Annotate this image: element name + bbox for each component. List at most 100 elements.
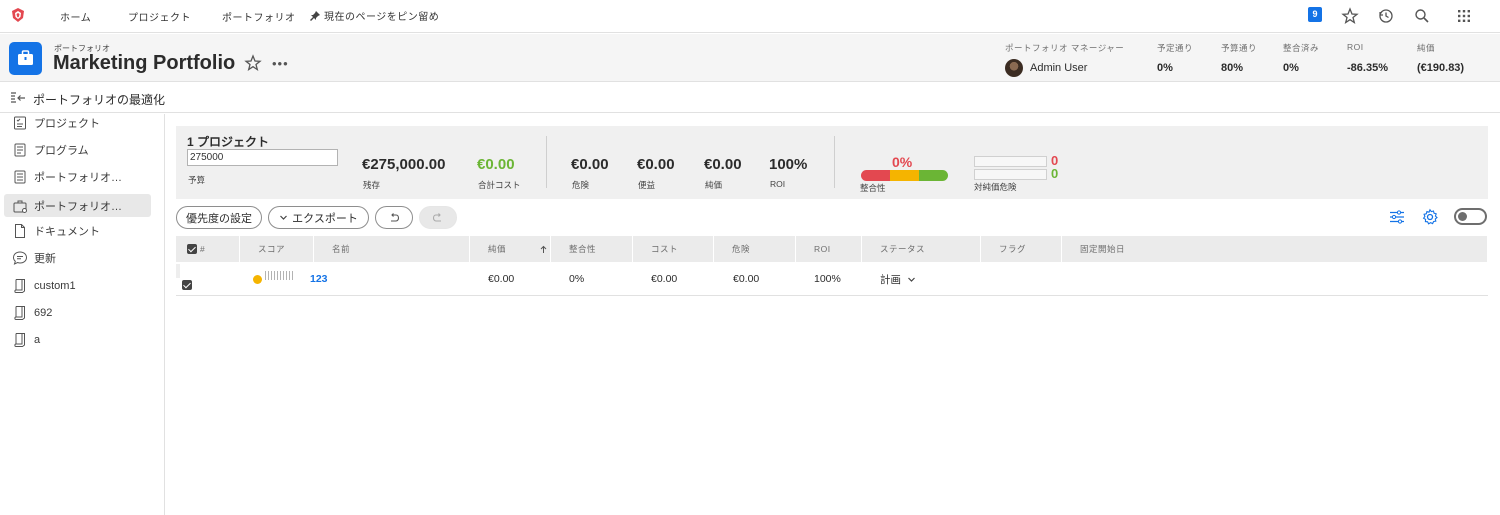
briefcase-icon	[18, 50, 33, 65]
risk-value: €0.00	[571, 156, 609, 173]
more-options-button[interactable]: •••	[272, 56, 289, 71]
toggle-knob	[1458, 212, 1467, 221]
budget-label: 予算	[188, 175, 206, 185]
roi-label-summary: ROI	[770, 179, 786, 189]
roi-value: -86.35%	[1347, 62, 1388, 74]
pin-page-label: 現在のページをピン留め	[324, 12, 440, 23]
column-header-roi[interactable]: ROI	[796, 236, 862, 262]
nav-home[interactable]: ホーム	[60, 9, 91, 24]
select-all-checkbox[interactable]	[187, 244, 197, 254]
custom-form-icon	[14, 278, 25, 293]
search-icon[interactable]	[1413, 7, 1431, 25]
net-value: (€190.83)	[1417, 62, 1465, 74]
collapse-panel-icon[interactable]	[10, 91, 26, 105]
redo-button[interactable]	[419, 206, 457, 229]
risk-cell: €0.00	[733, 273, 760, 285]
chevron-down-icon	[908, 277, 915, 282]
table-header: # スコア 名前 純価 整合性 コスト 危険 ROI ステータス フラグ 固定開…	[176, 236, 1488, 262]
row-drag-handle[interactable]	[176, 264, 180, 278]
sidebar-item-portfolio-1[interactable]: ポートフォリオ…	[4, 165, 151, 188]
project-name-link[interactable]: 123	[310, 262, 328, 296]
nav-portfolios[interactable]: ポートフォリオ	[222, 9, 296, 24]
roi-cell: 100%	[814, 273, 841, 285]
pin-page-button[interactable]: 現在のページをピン留め	[309, 8, 439, 23]
alignment-gauge	[861, 170, 948, 181]
toolbar: 優先度の設定 エクスポート	[176, 206, 1488, 230]
portfolio-header: ポートフォリオ Marketing Portfolio ••• ポートフォリオ …	[0, 34, 1500, 82]
projects-table: # スコア 名前 純価 整合性 コスト 危険 ROI ステータス フラグ 固定開…	[176, 236, 1488, 296]
sidebar-item-documents[interactable]: ドキュメント	[4, 219, 151, 242]
on-budget-label: 予算通り	[1221, 43, 1258, 53]
portfolio-manager[interactable]: Admin User	[1005, 59, 1087, 77]
divider	[546, 136, 547, 188]
recents-clock-icon[interactable]	[1377, 7, 1395, 25]
set-priority-label: 優先度の設定	[186, 212, 252, 225]
filter-sliders-icon[interactable]	[1388, 208, 1406, 226]
column-header-flag[interactable]: フラグ	[981, 236, 1062, 262]
undo-button[interactable]	[375, 206, 413, 229]
view-toggle-switch[interactable]	[1454, 208, 1487, 225]
top-navigation: ホーム プロジェクト ポートフォリオ 現在のページをピン留め 9	[0, 0, 1500, 33]
remaining-label: 残存	[363, 180, 381, 190]
nav-projects[interactable]: プロジェクト	[128, 9, 191, 24]
sidebar-item-label: a	[34, 333, 41, 346]
sidebar-item-label: ポートフォリオ…	[34, 171, 122, 184]
risk-net-bar-2	[974, 169, 1047, 180]
document-icon	[15, 223, 25, 238]
column-header-risk[interactable]: 危険	[714, 236, 796, 262]
set-priority-button[interactable]: 優先度の設定	[176, 206, 262, 229]
table-row[interactable]: 123 €0.00 0% €0.00 €0.00 100% 計画	[176, 262, 1488, 296]
status-value: 計画	[880, 273, 901, 286]
score-slider[interactable]	[265, 270, 293, 280]
sidebar-item-a[interactable]: a	[4, 328, 151, 351]
redo-icon	[432, 212, 441, 222]
sidebar-item-label: 更新	[34, 252, 56, 265]
column-header-fixed-start[interactable]: 固定開始日	[1062, 236, 1488, 262]
risk-label: 危険	[572, 180, 590, 190]
on-time-label: 予定通り	[1157, 43, 1194, 53]
risk-net-bar-1	[974, 156, 1047, 167]
column-header-name[interactable]: 名前	[314, 236, 470, 262]
alignment-cell: 0%	[569, 273, 585, 285]
net-label: 純価	[1417, 43, 1436, 53]
sidebar-item-692[interactable]: 692	[4, 301, 151, 324]
sidebar-item-projects[interactable]: プロジェクト	[4, 111, 151, 134]
divider	[834, 136, 835, 188]
project-icon	[14, 116, 26, 129]
app-logo-icon[interactable]	[10, 7, 26, 23]
on-budget-value: 80%	[1221, 62, 1244, 74]
select-all-header[interactable]: #	[176, 236, 240, 262]
export-label: エクスポート	[292, 212, 358, 225]
column-header-alignment[interactable]: 整合性	[551, 236, 633, 262]
settings-gear-icon[interactable]	[1421, 208, 1439, 226]
notification-badge[interactable]: 9	[1308, 7, 1322, 22]
sidebar-item-portfolio-optimization[interactable]: ポートフォリオ…	[4, 194, 151, 217]
net-cell: €0.00	[488, 273, 515, 285]
column-header-cost[interactable]: コスト	[633, 236, 714, 262]
manager-name: Admin User	[1030, 62, 1088, 74]
sidebar-item-custom1[interactable]: custom1	[4, 274, 151, 297]
status-dropdown[interactable]: 計画	[880, 262, 916, 296]
budget-input[interactable]	[187, 149, 338, 166]
sidebar: プロジェクト プログラム ポートフォリオ… ポートフォリオ… ドキュメント 更新…	[0, 114, 165, 515]
sidebar-item-label: 692	[34, 306, 53, 319]
sidebar-item-label: プログラム	[34, 144, 89, 157]
custom-form-icon	[14, 305, 25, 320]
alignment-value: 0%	[892, 154, 913, 170]
program-icon	[14, 143, 26, 156]
score-indicator-icon	[253, 274, 262, 284]
summary-panel: 1 プロジェクト 予算 €275,000.00 残存 €0.00 合計コスト €…	[176, 126, 1488, 199]
aligned-value: 0%	[1283, 62, 1299, 74]
undo-icon	[391, 212, 400, 222]
column-header-number: #	[200, 244, 206, 254]
export-button[interactable]: エクスポート	[268, 206, 369, 229]
sidebar-item-programs[interactable]: プログラム	[4, 138, 151, 161]
favorites-star-icon[interactable]	[1341, 7, 1359, 25]
favorite-star-icon[interactable]	[244, 54, 262, 72]
net-label-summary: 純価	[705, 180, 723, 190]
column-header-net[interactable]: 純価	[470, 236, 551, 262]
column-header-status[interactable]: ステータス	[862, 236, 981, 262]
row-checkbox[interactable]	[182, 280, 192, 290]
apps-grid-icon[interactable]	[1455, 7, 1473, 25]
sidebar-item-updates[interactable]: 更新	[4, 246, 151, 269]
